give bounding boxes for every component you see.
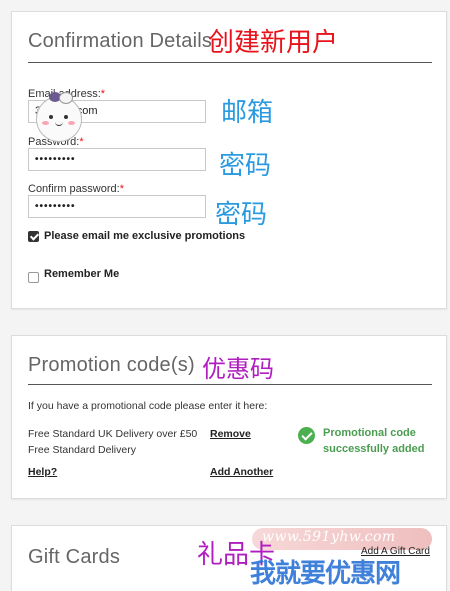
sticker-cheek — [42, 121, 49, 125]
confirmation-details-card: Confirmation Details 创建新用户 Email address… — [11, 11, 447, 309]
promotion-code-line-1: Free Standard UK Delivery over £50 — [28, 428, 198, 440]
success-line-2: successfully added — [323, 443, 425, 455]
sticker-cheek — [68, 121, 75, 125]
promotion-title: Promotion code(s) — [28, 354, 195, 376]
confirmation-title: Confirmation Details — [28, 30, 213, 52]
sticker-mouth — [55, 121, 63, 126]
confirm-password-annotation: 密码 — [215, 200, 268, 230]
confirmation-divider — [28, 62, 432, 63]
sticker-eye — [49, 115, 53, 119]
confirm-password-label: Confirm password:* — [28, 183, 124, 195]
password-annotation: 密码 — [219, 151, 272, 181]
cartoon-avatar-sticker — [36, 92, 82, 142]
promotion-intro: If you have a promotional code please en… — [28, 400, 268, 412]
promotion-code-annotation: 优惠码 — [202, 355, 274, 383]
promotion-success-message: Promotional code successfully added — [323, 425, 425, 457]
add-another-link[interactable]: Add Another — [210, 466, 273, 478]
confirm-password-field[interactable]: ••••••••• — [28, 195, 206, 218]
watermark-text: 我就要优惠网 — [250, 559, 401, 589]
password-field[interactable]: ••••••••• — [28, 148, 206, 171]
promotion-code-card: Promotion code(s) 优惠码 If you have a prom… — [11, 335, 447, 499]
remember-me-label[interactable]: Remember Me — [44, 268, 119, 280]
create-user-annotation: 创建新用户 — [208, 28, 339, 58]
promotions-checkbox[interactable] — [28, 231, 39, 242]
email-annotation: 邮箱 — [221, 98, 274, 128]
promotion-divider — [28, 384, 432, 385]
sticker-ear — [59, 92, 73, 104]
help-link[interactable]: Help? — [28, 466, 57, 478]
watermark-url: www.591yhw.com — [262, 529, 396, 545]
sticker-eye — [64, 115, 68, 119]
gift-cards-title: Gift Cards — [28, 546, 121, 568]
promotion-code-line-2: Free Standard Delivery — [28, 444, 136, 456]
promotions-checkbox-label[interactable]: Please email me exclusive promotions — [44, 230, 245, 242]
success-check-icon — [298, 427, 315, 444]
remove-promotion-link[interactable]: Remove — [210, 428, 251, 440]
success-line-1: Promotional code — [323, 427, 416, 439]
remember-me-checkbox[interactable] — [28, 272, 39, 283]
